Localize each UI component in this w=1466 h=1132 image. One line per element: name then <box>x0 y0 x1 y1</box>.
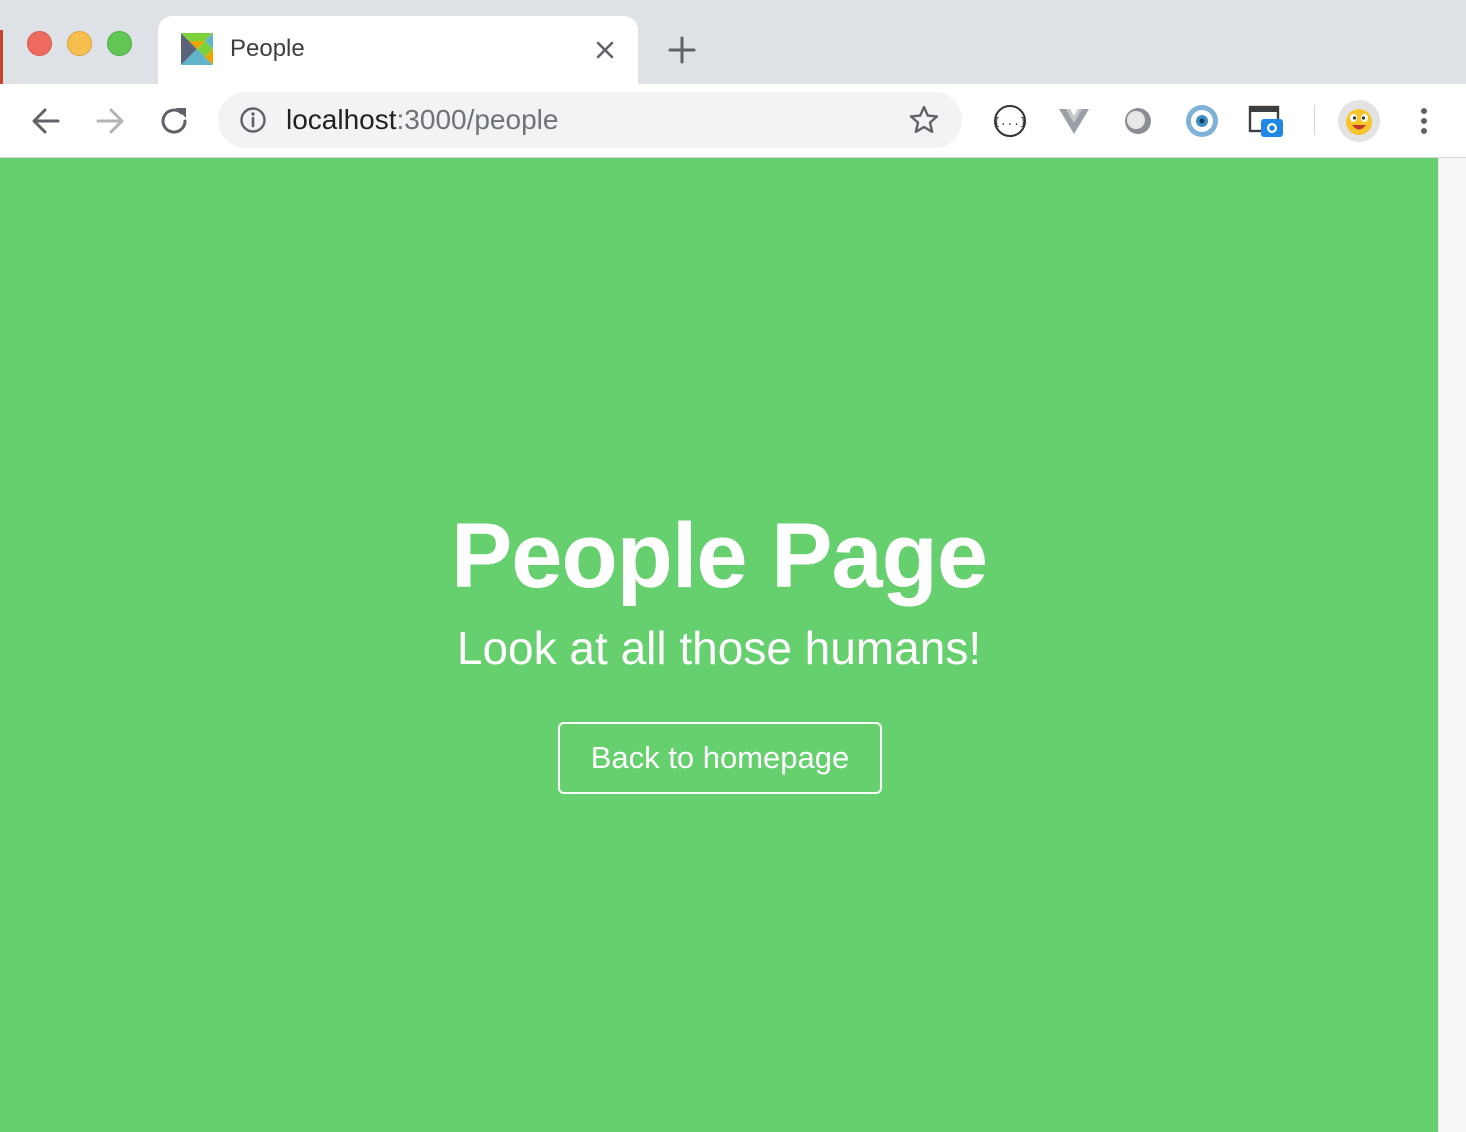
round-extension-icon[interactable] <box>1120 103 1156 139</box>
hero-section: People Page Look at all those humans! Ba… <box>0 158 1438 1132</box>
tab-close-icon[interactable] <box>590 35 620 65</box>
window-close-button[interactable] <box>27 31 52 56</box>
reload-icon[interactable] <box>155 102 193 140</box>
bookmark-star-icon[interactable] <box>908 104 940 136</box>
profile-avatar-icon[interactable] <box>1338 100 1380 142</box>
page-subtitle: Look at all those humans! <box>456 622 982 674</box>
page-title: People Page <box>450 505 988 607</box>
vue-devtools-icon[interactable] <box>1056 103 1092 139</box>
address-bar[interactable]: localhost:3000/people <box>218 92 962 148</box>
site-info-icon[interactable] <box>239 106 267 134</box>
page-viewport: People Page Look at all those humans! Ba… <box>0 158 1438 1132</box>
back-arrow-icon[interactable] <box>27 102 65 140</box>
new-tab-icon[interactable] <box>664 32 700 68</box>
page-scrollbar[interactable] <box>1438 158 1466 1132</box>
browser-toolbar: localhost:3000/people {...} <box>0 84 1466 158</box>
eye-extension-icon[interactable] <box>1184 103 1220 139</box>
screenshot-extension-icon[interactable] <box>1248 103 1284 139</box>
svg-text:{...}: {...} <box>993 115 1026 128</box>
more-menu-icon[interactable] <box>1406 102 1442 140</box>
url-host: localhost <box>286 104 397 135</box>
tab-title: People <box>230 35 305 62</box>
tab-strip: People <box>0 0 1466 158</box>
tab-people[interactable]: People <box>158 16 638 84</box>
back-to-homepage-button[interactable]: Back to homepage <box>558 722 882 794</box>
url-path: :3000/people <box>396 104 559 135</box>
window-maximize-button[interactable] <box>107 31 132 56</box>
json-viewer-icon[interactable]: {...} <box>992 103 1028 139</box>
forward-arrow-icon[interactable] <box>91 102 129 140</box>
address-bar-url[interactable]: localhost:3000/people <box>286 104 558 136</box>
elm-logo-icon <box>181 33 213 65</box>
window-minimize-button[interactable] <box>67 31 92 56</box>
toolbar-separator <box>1314 105 1315 135</box>
